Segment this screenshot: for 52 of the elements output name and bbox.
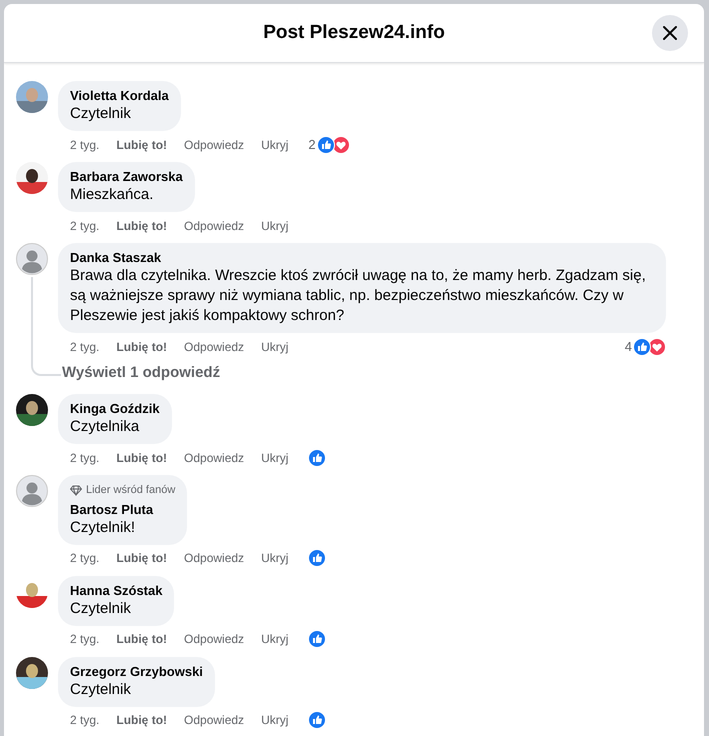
author-name[interactable]: Grzegorz Grzybowski: [70, 664, 203, 680]
comment-time: 2 tyg.: [70, 712, 100, 729]
like-link[interactable]: Lubię to!: [116, 630, 168, 648]
reply-link[interactable]: Odpowiedz: [184, 216, 244, 234]
comment-text: Czytelnika: [70, 417, 140, 437]
author-name[interactable]: Violetta Kordala: [70, 88, 169, 104]
like-link[interactable]: Lubię to!: [116, 216, 168, 234]
hide-link[interactable]: Ukryj: [261, 711, 288, 729]
author-name[interactable]: Hanna Szóstak: [70, 582, 162, 598]
author-name[interactable]: Danka Staszak: [70, 250, 654, 266]
comment-text: Czytelnik: [70, 598, 132, 618]
badge-label: Lider wśród fanów: [86, 483, 176, 498]
comment-time: 2 tyg.: [70, 631, 100, 648]
reply-link[interactable]: Odpowiedz: [184, 136, 244, 154]
reply-link[interactable]: Odpowiedz: [184, 338, 244, 356]
author-name[interactable]: Kinga Goździk: [70, 401, 160, 417]
comment-text: Brawa dla czytelnika. Wreszcie ktoś zwrócił uwagę na to, że mamy herb. Zgadzam się, są ważniejsze sprawy niż wymiana tablic, np. bezpieczeństwo mieszkańców. Czy w Pleszewie jest jakiś kompaktowy schron?: [70, 266, 647, 326]
comment-time: 2 tyg.: [70, 450, 100, 466]
comment-time: 2 tyg.: [70, 136, 100, 154]
reply-link[interactable]: Odpowiedz: [184, 630, 244, 648]
comment-text: Mieszkańca.: [70, 185, 154, 205]
close-icon: [662, 25, 678, 41]
author-name[interactable]: Barbara Zaworska: [70, 169, 183, 185]
view-replies-link[interactable]: Wyświetl 1 odpowiedź: [62, 364, 220, 382]
like-link[interactable]: Lubię to!: [116, 549, 168, 567]
author-name[interactable]: Bartosz Pluta: [70, 502, 176, 518]
reaction-count[interactable]: 2: [308, 134, 316, 154]
diamond-icon: [70, 484, 82, 496]
hide-link[interactable]: Ukryj: [261, 448, 288, 466]
comment-text: Czytelnik!: [70, 518, 136, 538]
like-link[interactable]: Lubię to!: [116, 338, 168, 356]
comment-time: 2 tyg.: [70, 218, 100, 234]
close-button[interactable]: [652, 15, 688, 51]
dialog-title: Post Pleszew24.info: [263, 20, 445, 45]
hide-link[interactable]: Ukryj: [261, 549, 288, 567]
like-link[interactable]: Lubię to!: [116, 711, 168, 729]
reply-link[interactable]: Odpowiedz: [184, 549, 244, 567]
avatar-icon: [16, 243, 48, 275]
hide-link[interactable]: Ukryj: [261, 216, 288, 234]
reply-link[interactable]: Odpowiedz: [184, 448, 244, 466]
comment-time: 2 tyg.: [70, 550, 100, 567]
comment-text: Czytelnik: [70, 680, 132, 700]
like-link[interactable]: Lubię to!: [116, 136, 168, 154]
hide-link[interactable]: Ukryj: [261, 338, 288, 356]
hide-link[interactable]: Ukryj: [261, 136, 288, 154]
comment-text: Czytelnik: [70, 104, 132, 124]
reaction-count[interactable]: 4: [624, 336, 632, 356]
like-link[interactable]: Lubię to!: [116, 448, 168, 466]
reply-link[interactable]: Odpowiedz: [184, 711, 244, 729]
comment-time: 2 tyg.: [70, 338, 100, 356]
avatar-icon: [16, 475, 48, 507]
hide-link[interactable]: Ukryj: [261, 630, 288, 648]
